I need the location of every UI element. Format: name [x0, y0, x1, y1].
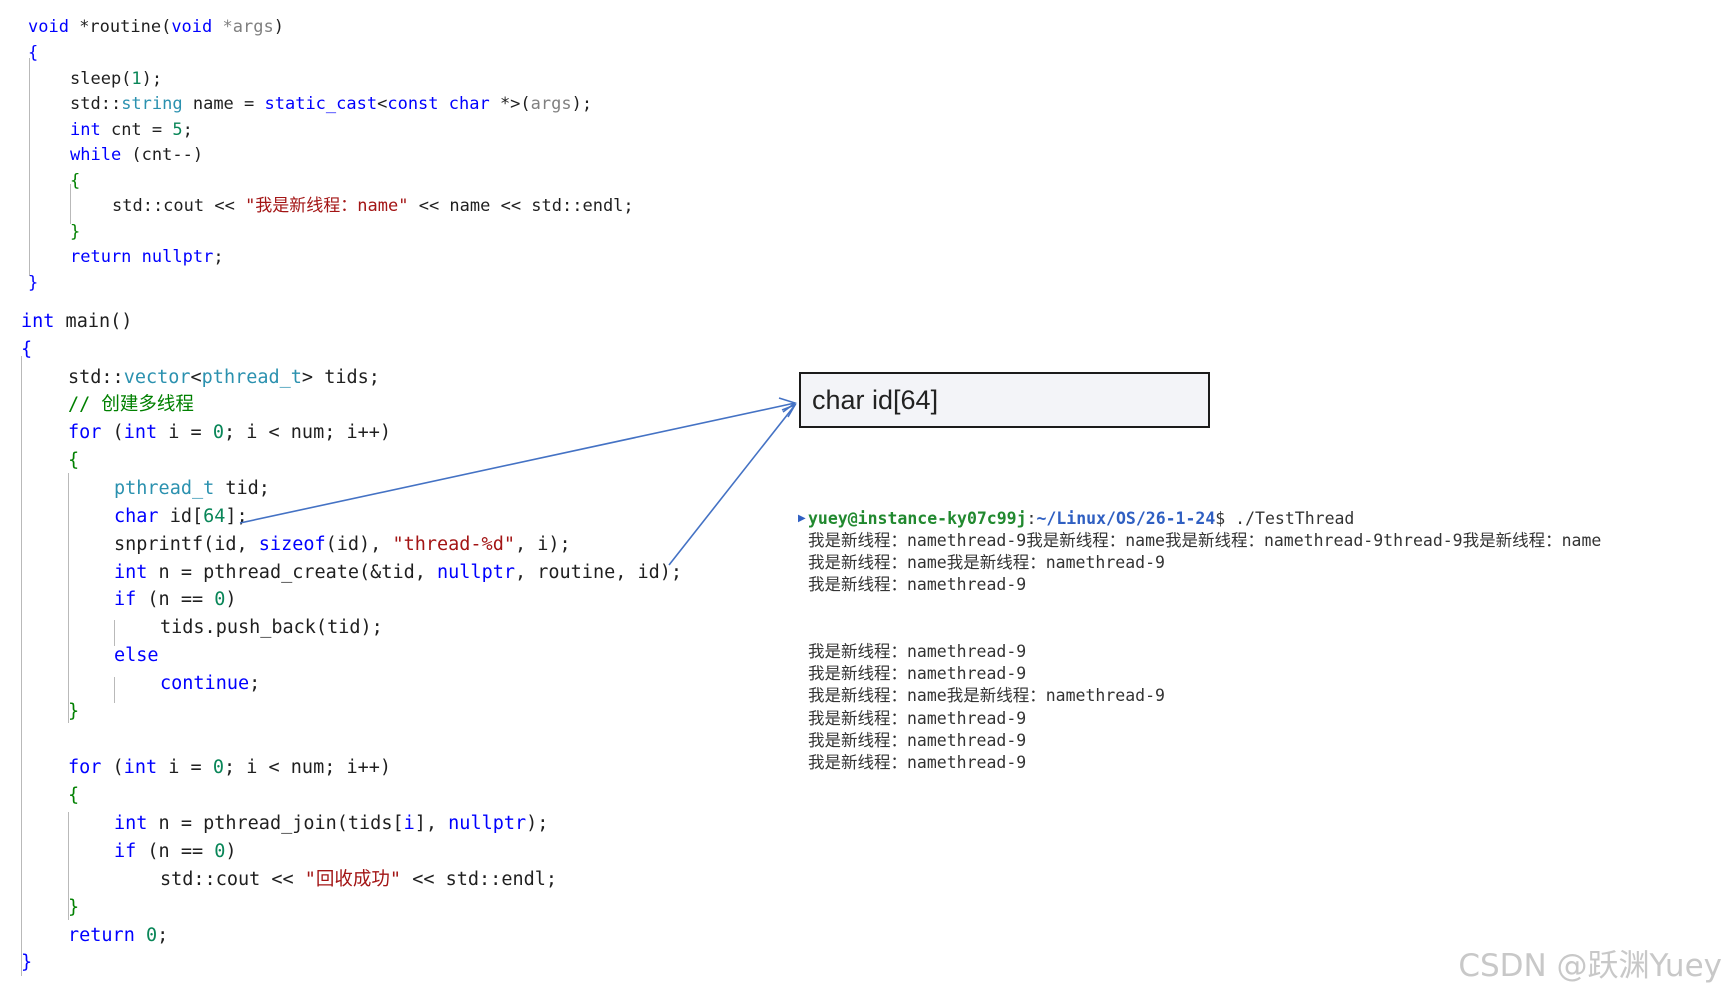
code-line-while: while (cnt--) [70, 145, 204, 165]
indent-guide [21, 356, 22, 976]
code-line-brace: } [21, 952, 33, 973]
code-line-id: char id[64]; [114, 506, 248, 527]
code-line-brace: } [28, 273, 39, 293]
arrow-from-create-arg [668, 403, 797, 566]
code-line-for2: for (int i = 0; i < num; i++) [68, 757, 392, 778]
code-line-cout2: std::cout << "回收成功" << std::endl; [160, 869, 558, 890]
code-line-return-nullptr: return nullptr; [70, 247, 224, 267]
terminal-output-line: 我是新线程：namethread-9 [808, 730, 1027, 750]
code-line-brace: { [68, 450, 80, 471]
code-line-main-header: int main() [21, 311, 133, 332]
code-line-cout: std::cout << "我是新线程：name" << name << std… [112, 196, 634, 216]
code-line-if2: if (n == 0) [114, 841, 237, 862]
terminal-output-line: 我是新线程：namethread-9我是新线程：name我是新线程：nameth… [808, 531, 1602, 550]
terminal-prompt: yuey@instance-ky07c99j:~/Linux/OS/26-1-2… [808, 509, 1355, 528]
code-line-brace: } [70, 222, 81, 242]
code-line-sleep: sleep(1); [70, 69, 163, 89]
indent-guide [114, 677, 115, 703]
code-line-push-back: tids.push_back(tid); [160, 617, 383, 638]
code-line-brace: { [70, 171, 81, 191]
code-line-continue: continue; [160, 673, 261, 694]
prompt-marker-icon: ▶ [798, 513, 806, 524]
arrow-from-id-declaration [239, 397, 797, 524]
code-line-pthread-create: int n = pthread_create(&tid, nullptr, ro… [114, 562, 683, 583]
indent-guide [114, 620, 115, 646]
code-line-pthread-join: int n = pthread_join(tids[i], nullptr); [114, 813, 549, 834]
code-line-brace: { [68, 785, 80, 806]
terminal-output-line: 我是新线程：namethread-9 [808, 664, 1027, 684]
terminal-output-line: 我是新线程：name我是新线程：namethread-9 [808, 553, 1165, 573]
terminal-output-line: 我是新线程：namethread-9 [808, 753, 1027, 772]
code-line-routine-header: void *routine(void *args) [28, 17, 284, 37]
watermark: CSDN @跃渊Yuey [1458, 948, 1722, 984]
callout-box: char id[64] [799, 372, 1210, 428]
code-line-return0: return 0; [68, 925, 169, 946]
code-line-if1: if (n == 0) [114, 589, 237, 610]
code-line-tid: pthread_t tid; [114, 478, 270, 499]
code-line-brace: { [28, 43, 39, 63]
terminal-output-line: 我是新线程：namethread-9 [808, 708, 1027, 728]
code-line-brace: } [68, 897, 80, 918]
code-line-cnt: int cnt = 5; [70, 120, 193, 140]
code-line-vector: std::vector<pthread_t> tids; [68, 367, 380, 388]
code-line-brace: } [68, 701, 80, 722]
code-line-brace: { [21, 339, 33, 360]
terminal-output-line: 我是新线程：name我是新线程：namethread-9 [808, 686, 1165, 706]
code-line-string: std::string name = static_cast<const cha… [70, 94, 593, 114]
code-line-else: else [114, 645, 159, 666]
code-line-for1: for (int i = 0; i < num; i++) [68, 422, 392, 443]
indent-guide [68, 473, 69, 723]
terminal-output-line: 我是新线程：namethread-9 [808, 575, 1027, 595]
code-line-comment: // 创建多线程 [68, 394, 194, 415]
code-line-snprintf: snprintf(id, sizeof(id), "thread-%d", i)… [114, 534, 571, 555]
terminal-output-line: 我是新线程：namethread-9 [808, 642, 1027, 661]
indent-guide [29, 58, 30, 276]
callout-text: char id[64] [812, 384, 939, 415]
